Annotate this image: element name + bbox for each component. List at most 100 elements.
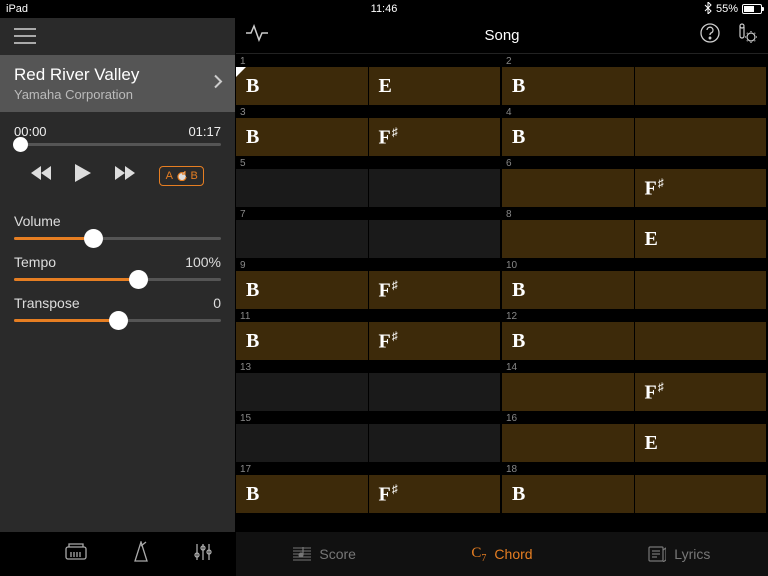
chord-cell[interactable]: B	[502, 322, 635, 360]
transpose-slider[interactable]	[14, 319, 221, 322]
chord-cell[interactable]	[635, 475, 768, 513]
chord-cell[interactable]: B	[236, 118, 369, 156]
chord-cell[interactable]	[236, 220, 369, 258]
bar-number: 8	[502, 207, 768, 220]
chord-label: E	[379, 76, 392, 96]
chord-cell[interactable]: B	[502, 475, 635, 513]
chord-cell[interactable]: F♯	[369, 475, 503, 513]
chord-cell[interactable]: B	[236, 271, 369, 309]
chord-cell[interactable]: B	[502, 271, 635, 309]
chord-cell[interactable]: B	[236, 322, 369, 360]
play-button[interactable]	[75, 164, 91, 187]
tempo-value: 100%	[185, 254, 221, 270]
chord-cell[interactable]: F♯	[369, 118, 503, 156]
bar-number: 4	[502, 105, 768, 118]
chord-label: E	[645, 433, 658, 453]
menu-button[interactable]	[0, 18, 235, 55]
bar-number: 18	[502, 462, 768, 475]
time-total: 01:17	[188, 124, 221, 139]
chord-label: B	[246, 331, 259, 351]
chord-icon: C7	[471, 545, 486, 564]
chord-grid[interactable]: 12BEB34BF♯B56F♯78E910BF♯B1112BF♯B1314F♯1…	[236, 54, 768, 532]
tab-score-label: Score	[319, 546, 356, 562]
rewind-button[interactable]	[31, 166, 51, 185]
chord-cell[interactable]	[236, 424, 369, 462]
chord-cell[interactable]: B	[236, 475, 369, 513]
chord-cell[interactable]: E	[635, 220, 768, 258]
chord-cell[interactable]: B	[236, 67, 369, 105]
chord-cell[interactable]: E	[369, 67, 503, 105]
bar-number: 7	[236, 207, 502, 220]
chord-cell[interactable]	[369, 373, 503, 411]
chord-cell[interactable]: F♯	[369, 322, 503, 360]
chord-cell[interactable]: B	[502, 67, 635, 105]
chord-cell[interactable]	[635, 118, 768, 156]
chord-label: B	[512, 484, 525, 504]
activity-icon[interactable]	[246, 24, 268, 47]
transpose-value: 0	[213, 295, 221, 311]
ab-loop-button[interactable]: AB	[159, 166, 205, 186]
chord-cell[interactable]	[369, 424, 503, 462]
chord-cell[interactable]	[635, 271, 768, 309]
chord-label: F♯	[645, 177, 664, 199]
tab-chord-label: Chord	[494, 546, 532, 562]
status-battery-pct: 55%	[716, 3, 738, 15]
bar-number: 15	[236, 411, 502, 424]
tab-score[interactable]: Score	[236, 532, 413, 576]
bottom-tab-bar: Score C7 Chord Lyrics	[236, 532, 768, 576]
chord-cell[interactable]	[502, 220, 635, 258]
chord-cell[interactable]	[635, 67, 768, 105]
chord-cell[interactable]: B	[502, 118, 635, 156]
chord-cell[interactable]	[236, 373, 369, 411]
page-title: Song	[484, 27, 519, 44]
sidebar: Red River Valley Yamaha Corporation 00:0…	[0, 18, 236, 576]
chord-label: B	[512, 331, 525, 351]
main-panel: Song 12BEB34BF♯B56F♯78E910BF♯B1112BF♯B13…	[236, 18, 768, 576]
forward-button[interactable]	[115, 166, 135, 185]
chord-cell[interactable]	[369, 220, 503, 258]
chord-cell[interactable]	[502, 169, 635, 207]
chord-label: F♯	[379, 330, 398, 352]
tempo-label: Tempo	[14, 254, 56, 270]
tab-chord[interactable]: C7 Chord	[413, 532, 590, 576]
chord-cell[interactable]	[369, 169, 503, 207]
playhead-icon	[236, 67, 246, 77]
bar-number: 14	[502, 360, 768, 373]
sidebar-bottom-toolbar	[0, 532, 235, 576]
chord-cell[interactable]	[635, 322, 768, 360]
settings-button[interactable]	[734, 23, 758, 48]
help-button[interactable]	[700, 23, 720, 48]
chord-label: B	[512, 280, 525, 300]
tempo-slider[interactable]	[14, 278, 221, 281]
bar-number: 2	[502, 54, 768, 67]
volume-slider[interactable]	[14, 237, 221, 240]
battery-icon	[742, 4, 762, 14]
chord-cell[interactable]	[502, 373, 635, 411]
song-artist: Yamaha Corporation	[14, 87, 221, 102]
chord-cell[interactable]: F♯	[635, 169, 768, 207]
bar-number: 10	[502, 258, 768, 271]
chord-label: F♯	[645, 381, 664, 403]
chord-label: B	[246, 484, 259, 504]
chord-cell[interactable]	[502, 424, 635, 462]
bar-number: 5	[236, 156, 502, 169]
status-device: iPad	[6, 3, 28, 15]
chord-cell[interactable]	[236, 169, 369, 207]
chord-cell[interactable]: F♯	[369, 271, 503, 309]
metronome-button[interactable]	[132, 541, 150, 568]
tab-lyrics[interactable]: Lyrics	[591, 532, 768, 576]
registration-button[interactable]	[63, 542, 89, 567]
song-header[interactable]: Red River Valley Yamaha Corporation	[0, 55, 235, 112]
chord-label: B	[512, 127, 525, 147]
chord-cell[interactable]: F♯	[635, 373, 768, 411]
chord-label: B	[246, 127, 259, 147]
mixer-button[interactable]	[192, 542, 214, 567]
progress-slider[interactable]	[0, 143, 235, 146]
chord-label: E	[645, 229, 658, 249]
main-header: Song	[236, 18, 768, 54]
bar-number: 13	[236, 360, 502, 373]
bar-number: 6	[502, 156, 768, 169]
chord-cell[interactable]: E	[635, 424, 768, 462]
transpose-label: Transpose	[14, 295, 80, 311]
bar-number: 3	[236, 105, 502, 118]
